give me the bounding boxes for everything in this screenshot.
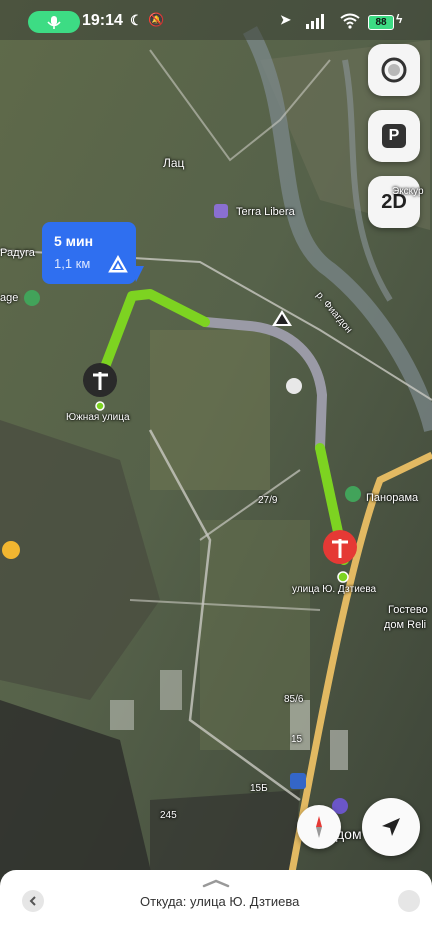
place-label: дом Reli <box>384 619 427 631</box>
status-time: 19:14 <box>82 12 123 29</box>
place-label: Лац <box>163 156 185 170</box>
compass-button[interactable] <box>297 805 341 849</box>
mic-icon[interactable] <box>28 11 80 33</box>
place-label: Панорама <box>366 492 419 504</box>
route-bottom-sheet[interactable]: Откуда: улица Ю. Дзтиева <box>0 870 432 930</box>
alice-assistant-button[interactable] <box>368 44 420 96</box>
house-number-label: 27/9 <box>258 495 278 506</box>
tooltip-pointer <box>132 266 144 282</box>
street-label: улица Ю. Дзтиева <box>292 584 377 595</box>
back-button[interactable] <box>22 890 44 912</box>
charging-icon: ϟ <box>396 12 403 26</box>
route-time: 5 мин <box>54 233 94 249</box>
route-from-text[interactable]: Откуда: улица Ю. Дзтиева <box>140 894 299 909</box>
view-mode-button[interactable]: 2D <box>368 176 420 228</box>
parking-button[interactable]: P <box>368 110 420 162</box>
location-arrow-icon <box>382 818 400 836</box>
house-number-label: 245 <box>160 810 177 821</box>
warning-triangle-icon <box>108 255 128 273</box>
parking-icon: P <box>382 124 406 148</box>
location-arrow-icon: ➤ <box>280 12 291 27</box>
chevron-left-icon <box>29 896 36 906</box>
signal-icon <box>306 14 324 29</box>
alice-assistant-icon <box>381 57 407 83</box>
house-number-label: 15Б <box>250 783 268 794</box>
place-label: Радуга <box>0 247 35 259</box>
place-label: age <box>0 292 19 304</box>
house-number-label: 15 <box>291 734 303 745</box>
moon-icon: ☾ <box>130 12 143 28</box>
status-bar: 19:14 ☾ 🔕 ➤ 88 ϟ <box>0 0 432 40</box>
place-label: Экскур <box>392 186 424 197</box>
route-distance: 1,1 км <box>54 256 91 271</box>
close-button[interactable] <box>398 890 420 912</box>
house-number-label: 85/6 <box>284 694 304 705</box>
place-label: Гостево <box>388 604 428 616</box>
place-label: Terra Libera <box>236 206 295 218</box>
street-label: Южная улица <box>66 412 130 423</box>
chevron-up-icon[interactable] <box>200 878 232 888</box>
my-location-button[interactable] <box>362 798 420 856</box>
mute-icon: 🔕 <box>148 12 165 27</box>
wifi-icon <box>340 13 360 29</box>
route-info-tooltip[interactable]: 5 мин 1,1 км <box>42 222 144 284</box>
battery-icon: 88 <box>368 15 394 30</box>
compass-icon <box>316 816 322 838</box>
